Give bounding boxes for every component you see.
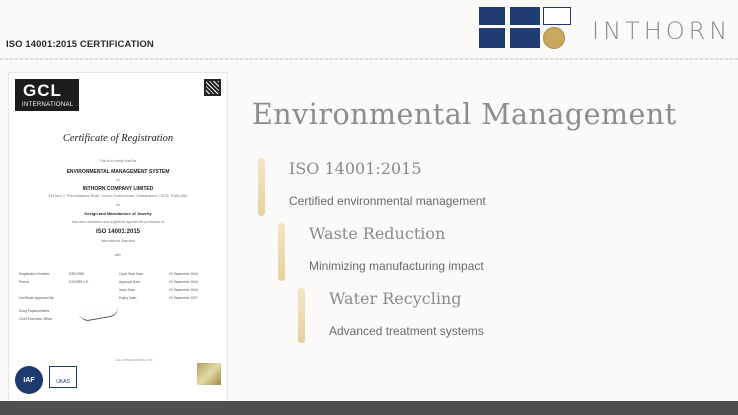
detail-row: Certificate Approved By: Expiry Date: 24 S…: [19, 296, 198, 300]
item-title: Waste Reduction: [309, 224, 446, 243]
certificate-standard-sub: International Standard: [100, 239, 136, 243]
hologram-seal: [197, 363, 221, 385]
certificate-of: of: [116, 178, 120, 182]
brand-logo: INTHORN: [592, 17, 732, 45]
certificate-footer: GCL INTERNATIONAL LTD: [115, 358, 153, 362]
page-title: Environmental Management: [252, 98, 677, 131]
certificate-assessed: has been assessed and registered against…: [71, 220, 165, 224]
certificate-scope: Design and Manufacture of Jewelry: [84, 211, 152, 216]
gcl-logo: GCL INTERNATIONAL: [15, 79, 79, 111]
item-desc: Advanced treatment systems: [329, 324, 484, 338]
header-divider: [0, 58, 738, 60]
certificate-intro: This is to certify that the: [99, 159, 137, 163]
item-desc: Minimizing manufacturing impact: [309, 259, 484, 273]
badge-icon: [510, 7, 540, 25]
iaf-badge: IAF: [15, 366, 43, 394]
qr-code-icon: [204, 79, 221, 96]
signature: [78, 305, 120, 323]
badge-icon: [479, 7, 505, 25]
detail-row: Period: E4/2/999-1-E Approval Date: 24 Sept…: [19, 280, 198, 284]
certificate-details: Registration Number: E/BO2936 Cycle Start …: [19, 270, 219, 302]
footer-band: [0, 401, 738, 415]
certificate-standard: ISO 14001:2015: [95, 229, 141, 235]
certificate-for: for: [115, 203, 121, 207]
certificate-title: Certificate of Registration: [62, 133, 174, 144]
detail-row: Registration Number: E/BO2936 Cycle Start …: [19, 272, 198, 276]
detail-row: Issue Date: 24 September 2024: [119, 288, 198, 292]
item-title: Water Recycling: [329, 289, 462, 308]
accent-bar: [258, 158, 265, 216]
accent-bar: [278, 223, 285, 281]
item-title: ISO 14001:2015: [289, 159, 422, 178]
signer-title: Chief Executive Officer: [19, 317, 53, 321]
certificate-address: 433 Moo 2, Phetchakasem Road, Omnoi, Kra…: [48, 194, 188, 198]
certificate-with: with: [114, 253, 122, 257]
certificate-company: INTHORN COMPANY LIMITED: [82, 186, 154, 192]
signer-name: Doug Papamichaelis: [19, 309, 50, 313]
badge-icon: [543, 7, 571, 25]
certificate-system: ENVIRONMENTAL MANAGEMENT SYSTEM: [66, 169, 170, 175]
accent-bar: [298, 288, 305, 343]
certification-badges: [479, 7, 571, 51]
badge-icon: [479, 28, 505, 48]
section-label: ISO 14001:2015 CERTIFICATION: [6, 39, 154, 50]
item-desc: Certified environmental management: [289, 194, 486, 208]
ukas-badge: UKAS: [49, 366, 77, 388]
badge-icon: [510, 28, 540, 48]
certificate-image: GCL INTERNATIONAL Certificate of Registr…: [8, 72, 228, 402]
seal-icon: [543, 27, 565, 49]
